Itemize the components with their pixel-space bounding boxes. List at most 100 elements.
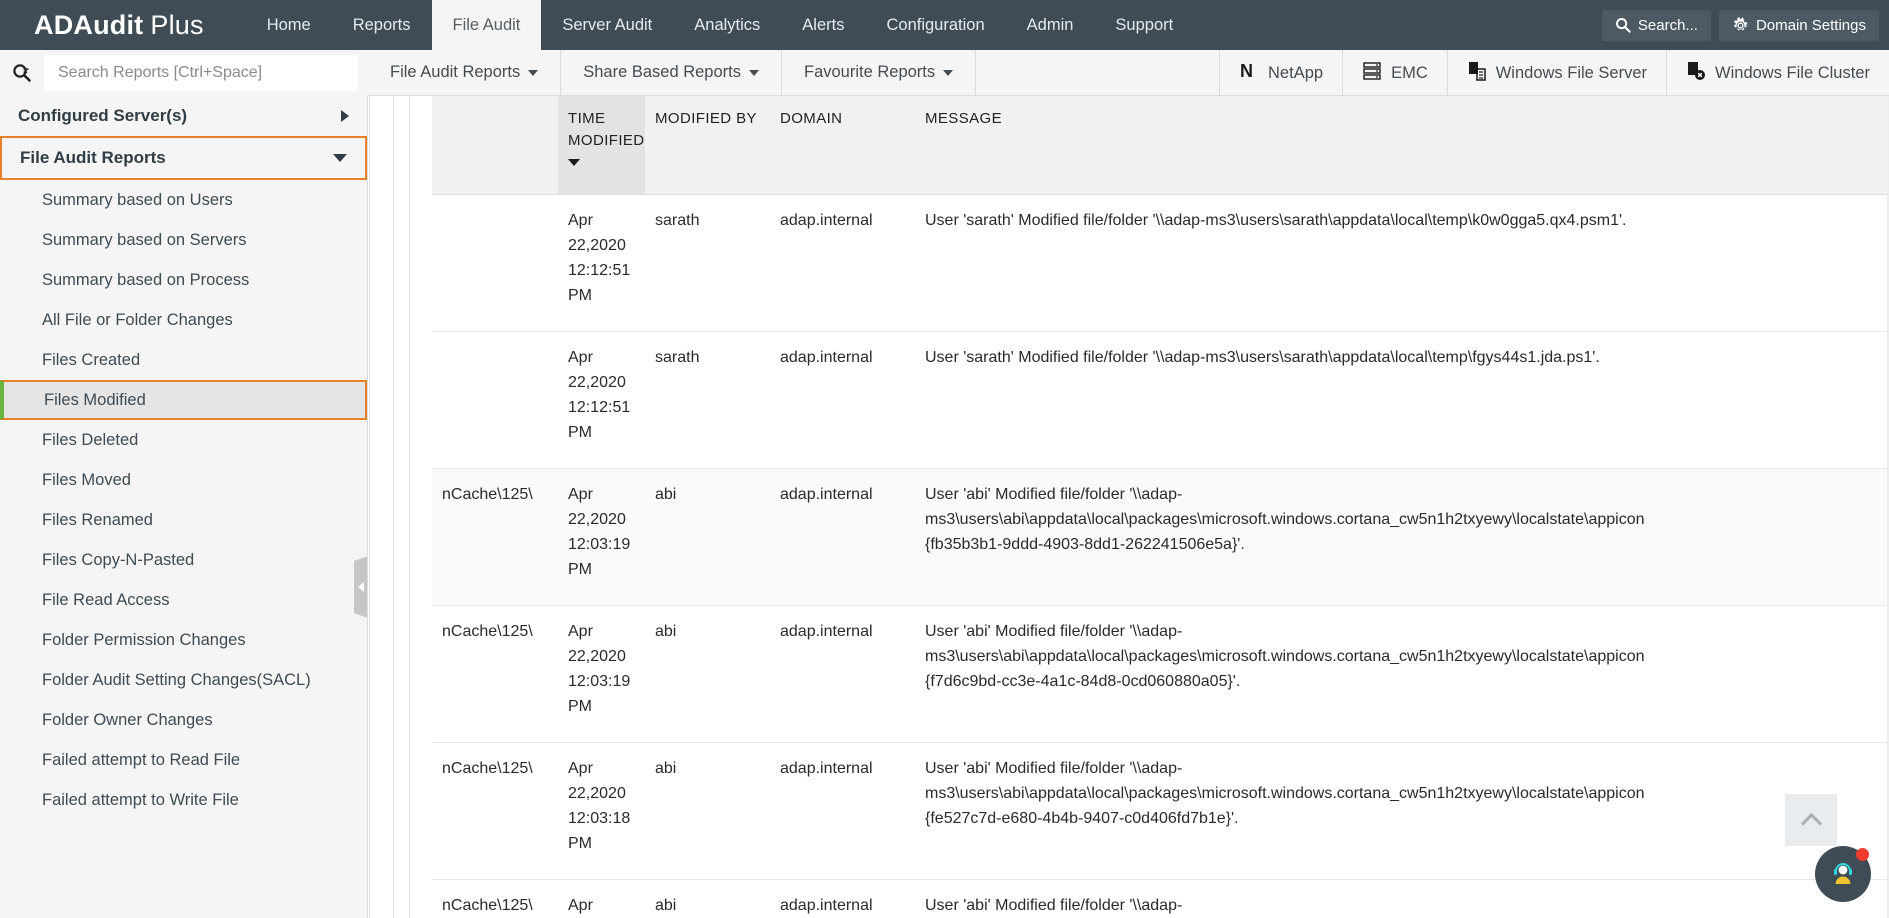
message-line: ms3\users\abi\appdata\local\packages\mic… xyxy=(925,508,1861,533)
menu-share-based-reports[interactable]: Share Based Reports xyxy=(561,50,782,95)
source-label: EMC xyxy=(1391,64,1428,83)
cell-modified-by: sarath xyxy=(645,195,770,331)
global-search-button[interactable]: Search... xyxy=(1602,10,1711,41)
sidebar-item-all-file-or-folder-changes[interactable]: All File or Folder Changes xyxy=(0,300,367,340)
sidebar-item-folder-owner-changes[interactable]: Folder Owner Changes xyxy=(0,700,367,740)
cell-domain: adap.internal xyxy=(770,606,915,742)
nav-item-server-audit[interactable]: Server Audit xyxy=(541,0,673,50)
sidebar-item-summary-based-on-servers[interactable]: Summary based on Servers xyxy=(0,220,367,260)
nav-item-configuration[interactable]: Configuration xyxy=(865,0,1005,50)
message-line: User 'abi' Modified file/folder '\\adap- xyxy=(925,483,1861,508)
nav-item-file-audit[interactable]: File Audit xyxy=(432,0,542,50)
nav-item-support[interactable]: Support xyxy=(1094,0,1194,50)
cell-modified-by: abi xyxy=(645,880,770,918)
sidebar-item-files-moved[interactable]: Files Moved xyxy=(0,460,367,500)
column-header-message[interactable]: MESSAGE xyxy=(915,96,1889,194)
brand-name-bold: ADAudit xyxy=(34,10,143,41)
source-windows-file-server[interactable]: Windows File Server xyxy=(1447,50,1666,96)
support-chat-button[interactable] xyxy=(1815,846,1871,902)
menu-label: Favourite Reports xyxy=(804,63,935,82)
search-input-wrapper[interactable] xyxy=(44,55,358,91)
source-netapp[interactable]: N NetApp xyxy=(1219,50,1342,96)
column-header-domain[interactable]: DOMAIN xyxy=(770,96,915,194)
column-header-path[interactable] xyxy=(432,96,558,194)
column-header-modified-by[interactable]: MODIFIED BY xyxy=(645,96,770,194)
cell-message: User 'sarath' Modified file/folder '\\ad… xyxy=(915,332,1889,468)
netapp-icon: N xyxy=(1239,61,1259,86)
sidebar-item-summary-based-on-process[interactable]: Summary based on Process xyxy=(0,260,367,300)
sidebar-item-failed-attempt-to-read-file[interactable]: Failed attempt to Read File xyxy=(0,740,367,780)
sidebar-item-file-read-access[interactable]: File Read Access xyxy=(0,580,367,620)
sidebar-item-files-modified[interactable]: Files Modified xyxy=(0,380,367,420)
sidebar-item-label: Failed attempt to Read File xyxy=(42,751,240,770)
message-line: {fe527c7d-e680-4b4b-9407-c0d406fd7b1e}'. xyxy=(925,807,1861,832)
menu-favourite-reports[interactable]: Favourite Reports xyxy=(782,50,976,95)
column-header-label: MODIFIED BY xyxy=(655,110,757,127)
sidebar-item-label: Folder Audit Setting Changes(SACL) xyxy=(42,671,311,690)
table-row[interactable]: nCache\125\ Apr 22,2020 12:03:19 PM abi … xyxy=(432,469,1889,606)
scroll-to-top-button[interactable] xyxy=(1785,794,1837,846)
sidebar-item-summary-based-on-users[interactable]: Summary based on Users xyxy=(0,180,367,220)
chevron-right-icon xyxy=(341,110,349,122)
search-input[interactable] xyxy=(56,63,358,83)
search-reports-icon[interactable] xyxy=(0,63,44,84)
sidebar-item-folder-permission-changes[interactable]: Folder Permission Changes xyxy=(0,620,367,660)
table-left-edge-3 xyxy=(409,96,410,918)
message-line: {fb35b3b1-9ddd-4903-8dd1-262241506e5a}'. xyxy=(925,533,1861,558)
cell-path xyxy=(432,332,558,468)
global-search-label: Search... xyxy=(1638,17,1698,34)
sidebar-item-label: All File or Folder Changes xyxy=(42,311,233,330)
domain-settings-label: Domain Settings xyxy=(1756,17,1866,34)
report-content: TIME MODIFIED MODIFIED BY DOMAIN MESSAGE… xyxy=(369,96,1889,918)
table-row[interactable]: nCache\125\ Apr 22,2020 12:03:19 PM abi … xyxy=(432,606,1889,743)
nav-item-home[interactable]: Home xyxy=(246,0,332,50)
message-line: User 'abi' Modified file/folder '\\adap- xyxy=(925,894,1861,918)
table-row[interactable]: Apr 22,2020 12:12:51 PM sarath adap.inte… xyxy=(432,332,1889,469)
cell-path: nCache\125\ xyxy=(432,743,558,879)
sidebar-item-label: Files Copy-N-Pasted xyxy=(42,551,194,570)
menu-label: Share Based Reports xyxy=(583,63,741,82)
sidebar-item-failed-attempt-to-write-file[interactable]: Failed attempt to Write File xyxy=(0,780,367,820)
sidebar-item-label: Summary based on Process xyxy=(42,271,249,290)
cell-message: User 'abi' Modified file/folder '\\adap-… xyxy=(915,606,1889,742)
nav-item-reports[interactable]: Reports xyxy=(332,0,432,50)
nav-item-analytics[interactable]: Analytics xyxy=(673,0,781,50)
nav-item-alerts[interactable]: Alerts xyxy=(781,0,865,50)
windows-file-server-icon xyxy=(1467,61,1487,86)
table-row[interactable]: nCache\125\ Apr 22,2020 12:03:18 PM abi … xyxy=(432,743,1889,880)
sidebar-item-label: Summary based on Users xyxy=(42,191,233,210)
app-logo: ADAudit Plus xyxy=(0,0,224,50)
menu-file-audit-reports[interactable]: File Audit Reports xyxy=(368,50,561,95)
nav-label: Analytics xyxy=(694,16,760,35)
source-label: NetApp xyxy=(1268,64,1323,83)
source-windows-file-cluster[interactable]: Windows File Cluster xyxy=(1666,50,1889,96)
top-nav-actions: Search... Domain Settings xyxy=(1602,0,1879,50)
sidebar-item-files-renamed[interactable]: Files Renamed xyxy=(0,500,367,540)
cell-time-modified: Apr 22,2020 12:03:18 PM xyxy=(558,743,645,879)
sidebar-collapse-handle[interactable] xyxy=(354,556,368,618)
cell-domain: adap.internal xyxy=(770,195,915,331)
nav-label: Support xyxy=(1115,16,1173,35)
sidebar-item-files-copy-n-pasted[interactable]: Files Copy-N-Pasted xyxy=(0,540,367,580)
column-header-label: DOMAIN xyxy=(780,110,842,127)
nav-item-admin[interactable]: Admin xyxy=(1006,0,1095,50)
cell-message: User 'sarath' Modified file/folder '\\ad… xyxy=(915,195,1889,331)
sidebar-item-label: Files Modified xyxy=(44,391,146,410)
column-header-time-modified[interactable]: TIME MODIFIED xyxy=(558,96,645,194)
cell-message: User 'abi' Modified file/folder '\\adap-… xyxy=(915,469,1889,605)
sidebar-item-label: Folder Owner Changes xyxy=(42,711,213,730)
support-agent-icon xyxy=(1828,857,1858,892)
sidebar-item-files-deleted[interactable]: Files Deleted xyxy=(0,420,367,460)
table-row[interactable]: nCache\125\ Apr abi adap.internal User '… xyxy=(432,880,1889,918)
sidebar-group-file-audit-reports[interactable]: File Audit Reports xyxy=(0,136,367,180)
table-row[interactable]: Apr 22,2020 12:12:51 PM sarath adap.inte… xyxy=(432,195,1889,332)
sidebar-item-files-created[interactable]: Files Created xyxy=(0,340,367,380)
nav-label: Server Audit xyxy=(562,16,652,35)
sidebar-item-configured-servers[interactable]: Configured Server(s) xyxy=(0,96,367,136)
source-emc[interactable]: EMC xyxy=(1342,50,1447,96)
sidebar-item-folder-audit-setting-changes[interactable]: Folder Audit Setting Changes(SACL) xyxy=(0,660,367,700)
cell-path: nCache\125\ xyxy=(432,880,558,918)
message-line: {f7d6c9bd-cc3e-4a1c-84d8-0cd060880a05}'. xyxy=(925,670,1861,695)
domain-settings-button[interactable]: Domain Settings xyxy=(1719,10,1879,41)
cell-path: nCache\125\ xyxy=(432,606,558,742)
